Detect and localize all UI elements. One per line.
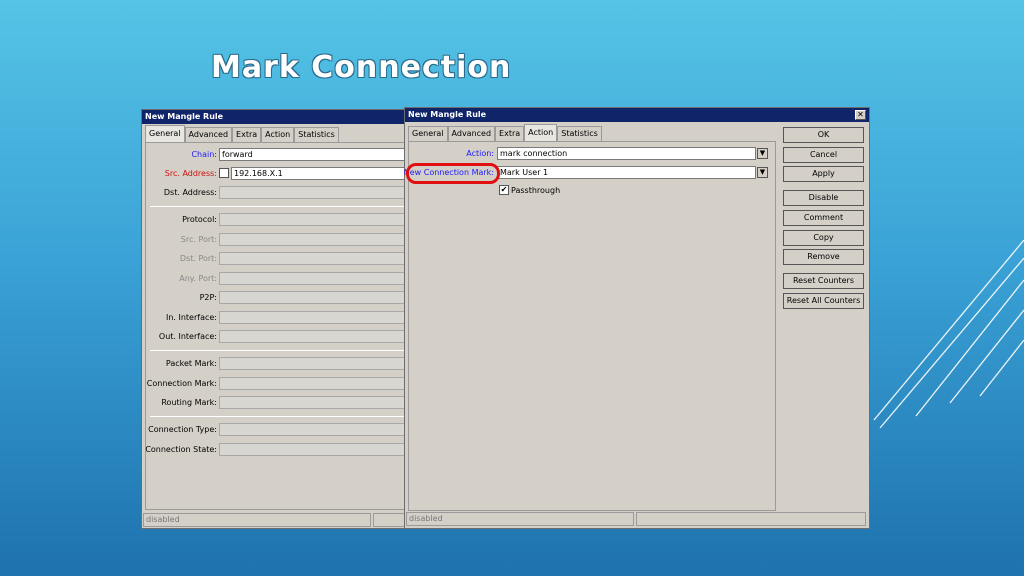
reset-all-counters-button[interactable]: Reset All Counters [783, 293, 864, 309]
highlight-ring [406, 163, 500, 184]
left-tab-action[interactable]: Action [261, 127, 295, 142]
in-interface-field[interactable] [219, 311, 405, 324]
action-select[interactable]: mark connection [497, 147, 756, 160]
p2p-field[interactable] [219, 291, 405, 304]
ok-button[interactable]: OK [783, 127, 864, 143]
protocol-field[interactable] [219, 213, 405, 226]
left-tabs: General Advanced Extra Action Statistics [145, 125, 339, 143]
separator [150, 206, 405, 207]
right-window-title: New Mangle Rule ✕ [405, 108, 869, 122]
right-action-pane [408, 141, 776, 511]
apply-button[interactable]: Apply [783, 166, 864, 182]
left-tab-advanced[interactable]: Advanced [184, 127, 233, 142]
connection-type-field[interactable] [219, 423, 405, 436]
left-status-cell [373, 513, 407, 527]
right-tab-statistics[interactable]: Statistics [557, 126, 602, 141]
new-connection-mark-field[interactable]: Mark User 1 [497, 166, 756, 179]
right-tabs: General Advanced Extra Action Statistics [408, 124, 602, 142]
separator [150, 350, 405, 351]
right-status-bar: disabled [406, 512, 634, 526]
src-port-field[interactable] [219, 233, 405, 246]
any-port-field[interactable] [219, 272, 405, 285]
connection-state-label: Connection State: [145, 445, 217, 454]
src-address-label: Src. Address: [164, 169, 217, 178]
src-address-field[interactable]: 192.168.X.1 [231, 167, 405, 180]
protocol-label: Protocol: [182, 215, 217, 224]
chain-field[interactable]: forward [219, 148, 405, 161]
right-window-title-text: New Mangle Rule [408, 110, 487, 119]
dst-port-label: Dst. Port: [179, 254, 217, 263]
cancel-button[interactable]: Cancel [783, 147, 864, 163]
connection-state-field[interactable] [219, 443, 405, 456]
packet-mark-field[interactable] [219, 357, 405, 370]
copy-button[interactable]: Copy [783, 230, 864, 246]
dst-port-field[interactable] [219, 252, 405, 265]
right-status-cell [636, 512, 866, 526]
right-tab-advanced[interactable]: Advanced [447, 126, 496, 141]
connection-mark-label: Connection Mark: [146, 379, 217, 388]
left-tab-general[interactable]: General [145, 125, 185, 142]
separator [150, 416, 405, 417]
left-tab-extra[interactable]: Extra [232, 127, 262, 142]
passthrough-label: Passthrough [511, 186, 561, 195]
packet-mark-label: Packet Mark: [165, 359, 217, 368]
right-tab-extra[interactable]: Extra [495, 126, 525, 141]
right-tab-action[interactable]: Action [524, 124, 558, 141]
connection-mark-field[interactable] [219, 377, 405, 390]
dst-address-field[interactable] [219, 186, 405, 199]
any-port-label: Any. Port: [179, 274, 217, 283]
routing-mark-label: Routing Mark: [161, 398, 217, 407]
right-tab-general[interactable]: General [408, 126, 448, 141]
chevron-down-icon[interactable]: ▼ [757, 167, 768, 178]
reset-counters-button[interactable]: Reset Counters [783, 273, 864, 289]
disable-button[interactable]: Disable [783, 190, 864, 206]
comment-button[interactable]: Comment [783, 210, 864, 226]
passthrough-checkbox[interactable]: ✔ [499, 185, 509, 195]
out-interface-label: Out. Interface: [158, 332, 217, 341]
left-status-bar: disabled [143, 513, 371, 527]
remove-button[interactable]: Remove [783, 249, 864, 265]
left-tab-statistics[interactable]: Statistics [294, 127, 339, 142]
out-interface-field[interactable] [219, 330, 405, 343]
slide-title: Mark Connection [211, 50, 512, 85]
chevron-down-icon[interactable]: ▼ [757, 148, 768, 159]
action-label: Action: [466, 149, 494, 158]
in-interface-label: In. Interface: [165, 313, 217, 322]
close-icon[interactable]: ✕ [855, 110, 866, 120]
connection-type-label: Connection Type: [148, 425, 217, 434]
src-address-not-checkbox[interactable] [219, 168, 229, 178]
chain-label: Chain: [191, 150, 217, 159]
p2p-label: P2P: [199, 293, 217, 302]
left-window-title: New Mangle Rule [142, 110, 408, 124]
decorative-lines [873, 240, 1024, 429]
dst-address-label: Dst. Address: [163, 188, 217, 197]
src-port-label: Src. Port: [180, 235, 217, 244]
routing-mark-field[interactable] [219, 396, 405, 409]
